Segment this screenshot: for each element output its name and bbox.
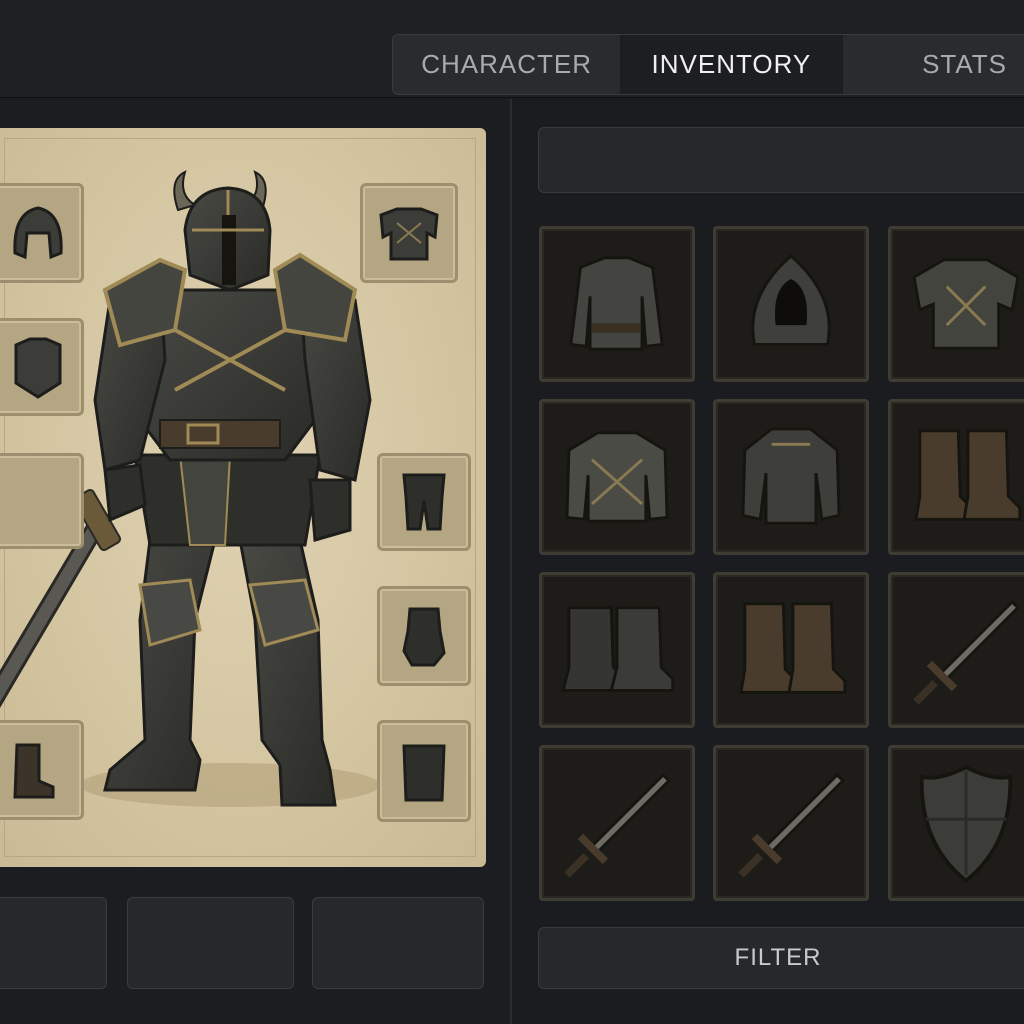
inventory-slot[interactable] [713,572,869,728]
inventory-slot[interactable] [539,745,695,901]
inventory-slot[interactable] [713,226,869,382]
leather-tunic-icon [569,256,664,351]
inventory-slot[interactable] [713,745,869,901]
sword-icon [738,772,845,878]
cuirass-icon [14,337,62,399]
filter-label: FILTER [734,944,822,971]
equip-slot-chest[interactable] [360,183,458,283]
top-bar: CHARACTER INVENTORY STATS [0,0,1024,98]
tunic-icon [565,431,669,523]
inventory-slot[interactable] [539,399,695,555]
action-button-3[interactable] [312,897,484,989]
equip-slot-legs[interactable] [377,453,471,551]
equip-slot-feet-left[interactable] [0,720,84,820]
chestplate-icon [741,427,841,525]
boots-icon [13,743,55,799]
action-button-1[interactable] [0,897,107,989]
inventory-slot[interactable] [888,745,1024,901]
inventory-slot[interactable] [888,226,1024,382]
tab-inventory[interactable]: INVENTORY [621,35,843,94]
inventory-slot[interactable] [888,572,1024,728]
inventory-slot[interactable] [539,226,695,382]
equip-slot-feet-right[interactable] [377,720,471,822]
filter-button[interactable]: FILTER [538,927,1024,989]
action-button-2[interactable] [127,897,294,989]
helmet-icon [13,206,63,260]
equip-slot-torso[interactable] [0,318,84,416]
equip-slot-hands[interactable] [377,586,471,686]
inventory-slot[interactable] [713,399,869,555]
tab-character[interactable]: CHARACTER [393,35,622,94]
leather-boots-icon [914,429,1022,521]
boots-icon [402,744,446,802]
inventory-slot[interactable] [539,572,695,728]
shield-icon [919,765,1013,884]
sword-icon [564,772,671,878]
equip-slot-empty[interactable] [0,453,84,549]
breastplate-icon [912,258,1020,350]
leather-boots-icon [739,602,847,694]
tab-stats[interactable]: STATS [843,35,1024,94]
tab-bar: CHARACTER INVENTORY STATS [392,34,1024,95]
leggings-icon [402,473,446,531]
gauntlet-icon [402,607,446,667]
search-input[interactable] [538,127,1024,193]
sword-icon [913,599,1020,705]
inventory-slot[interactable] [888,399,1024,555]
hood-icon [751,254,831,346]
equip-slot-head[interactable] [0,183,84,283]
iron-boots-icon [561,606,675,692]
game-screen: CHARACTER INVENTORY STATS FILTER [0,0,1024,1024]
breastplate-icon [379,207,439,261]
